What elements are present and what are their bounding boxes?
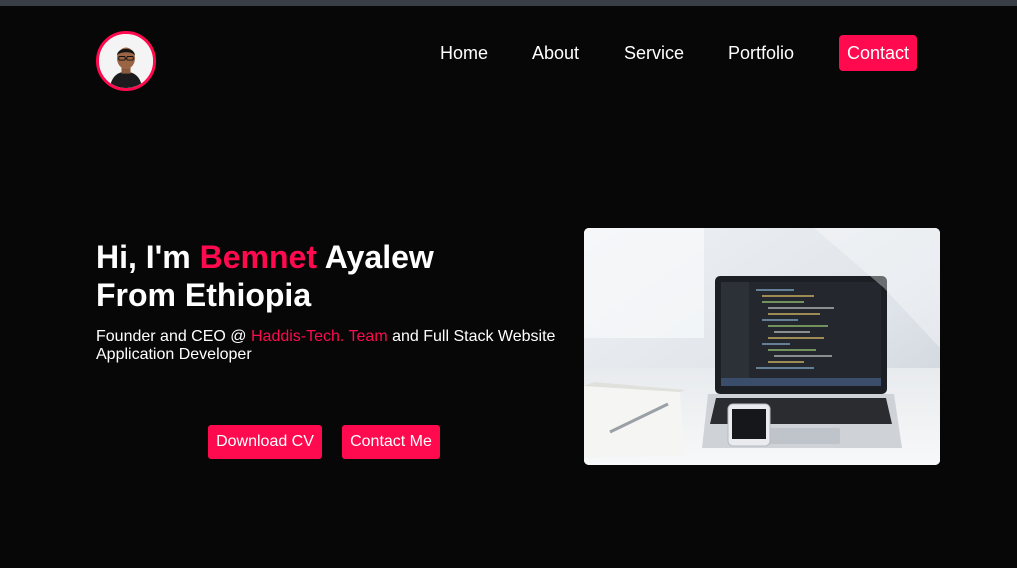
nav-contact-button[interactable]: Contact (839, 35, 918, 71)
hero-team-name: Haddis-Tech. Team (250, 328, 388, 345)
hero-title: Hi, I'm Bemnet Ayalew From Ethiopia (96, 238, 576, 314)
nav-item-about[interactable]: About (532, 35, 579, 71)
hero-first-name: Bemnet (199, 239, 317, 275)
nav-item-portfolio[interactable]: Portfolio (728, 35, 794, 71)
hero-sub-prefix: Founder and CEO @ (96, 328, 251, 345)
hero-title-prefix: Hi, I'm (96, 239, 200, 275)
hero-last-name: Ayalew (316, 239, 434, 275)
nav-item-service[interactable]: Service (624, 35, 684, 71)
contact-me-button[interactable]: Contact Me (342, 425, 440, 459)
nav-item-home[interactable]: Home (440, 35, 488, 71)
download-cv-button[interactable]: Download CV (208, 425, 322, 459)
hero-image (584, 228, 940, 465)
hero-title-line2: From Ethiopia (96, 277, 312, 313)
hero-subtitle: Founder and CEO @ Haddis-Tech. Team and … (96, 328, 576, 364)
main-nav: Home About Service Portfolio Contact (0, 35, 1017, 71)
laptop-workspace-icon (584, 228, 940, 465)
browser-top-bar (0, 0, 1017, 6)
